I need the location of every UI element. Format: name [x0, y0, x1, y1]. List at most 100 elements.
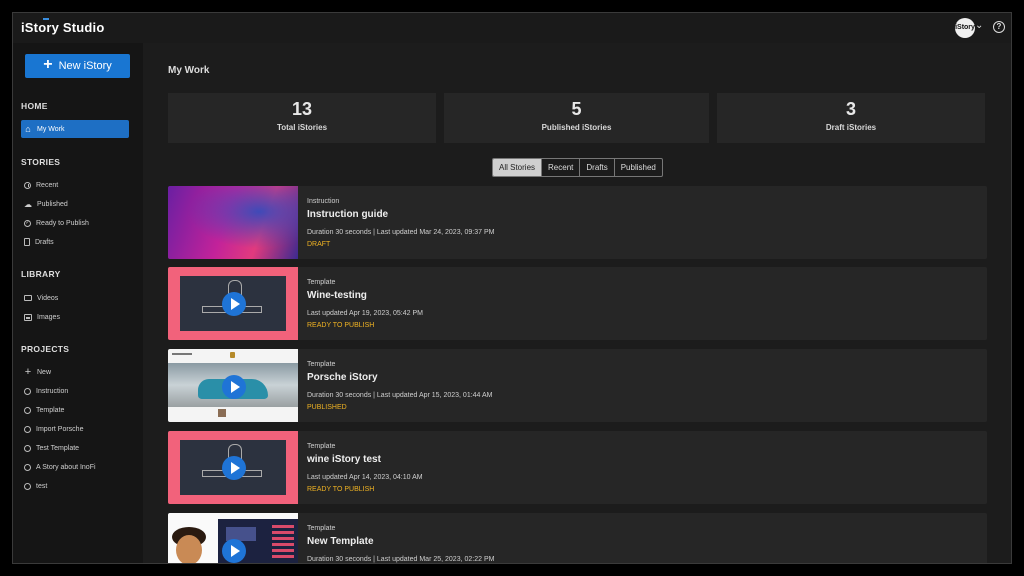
sidebar-item-label: Recent — [36, 181, 59, 189]
sidebar-item-label: test — [36, 482, 48, 490]
porsche-crest-icon — [230, 352, 235, 358]
story-card[interactable]: Template Porsche iStory Duration 30 seco… — [168, 349, 987, 422]
section-title-stories: STORIES — [21, 157, 61, 167]
help-icon[interactable]: ? — [993, 21, 1005, 33]
stat-label: Total iStories — [276, 123, 328, 132]
cloud-icon — [24, 200, 32, 208]
play-icon[interactable] — [222, 539, 246, 563]
document-icon — [24, 238, 30, 246]
sidebar-item-project[interactable]: Test Template — [21, 439, 129, 457]
top-bar: iStory Studio iStory ⌄ ? — [13, 13, 1011, 43]
sidebar: + New iStory HOME My Work STORIES Recent… — [13, 43, 143, 563]
sidebar-item-label: Images — [37, 313, 60, 321]
home-icon — [24, 125, 32, 133]
story-meta: Last updated Apr 19, 2023, 05:42 PM — [307, 310, 423, 317]
image-icon — [24, 313, 32, 321]
sidebar-item-new-project[interactable]: New — [21, 363, 129, 381]
stat-value: 3 — [845, 99, 856, 119]
sidebar-item-project[interactable]: Template — [21, 401, 129, 419]
sidebar-item-project[interactable]: test — [21, 477, 129, 495]
story-type: Template — [307, 279, 336, 286]
story-card[interactable]: Instruction Instruction guide Duration 3… — [168, 186, 987, 259]
story-title[interactable]: wine iStory test — [307, 454, 381, 465]
story-meta: Duration 30 seconds | Last updated Mar 2… — [307, 556, 495, 563]
story-card[interactable]: Template wine iStory test Last updated A… — [168, 431, 987, 504]
app-logo[interactable]: iStory Studio — [21, 20, 105, 35]
page-title: My Work — [168, 65, 210, 76]
new-istory-button[interactable]: + New iStory — [25, 54, 130, 78]
story-meta: Last updated Apr 14, 2023, 04:10 AM — [307, 474, 423, 481]
sidebar-item-project[interactable]: Instruction — [21, 382, 129, 400]
sidebar-item-label: My Work — [37, 125, 65, 133]
story-title[interactable]: New Template — [307, 536, 374, 547]
stat-label: Published iStories — [541, 123, 612, 132]
story-thumbnail[interactable] — [168, 186, 298, 259]
story-filter-tabs: All Stories Recent Drafts Published — [492, 158, 663, 177]
stat-value: 5 — [571, 99, 582, 119]
tab-all-stories[interactable]: All Stories — [493, 159, 543, 176]
section-title-projects: PROJECTS — [21, 344, 70, 354]
story-title[interactable]: Instruction guide — [307, 209, 388, 220]
status-badge: PUBLISHED — [307, 404, 347, 411]
status-badge: READY TO PUBLISH — [307, 322, 375, 329]
tab-recent[interactable]: Recent — [542, 159, 581, 176]
circle-icon — [24, 425, 31, 433]
user-avatar[interactable]: iStory — [955, 18, 975, 38]
sidebar-item-label: A Story about InoFi — [36, 463, 96, 471]
circle-icon — [24, 406, 31, 414]
sidebar-item-published[interactable]: Published — [21, 195, 129, 213]
story-card[interactable]: Template Wine-testing Last updated Apr 1… — [168, 267, 987, 340]
sidebar-item-videos[interactable]: Videos — [21, 289, 129, 307]
story-title[interactable]: Wine-testing — [307, 290, 367, 301]
sidebar-item-recent[interactable]: Recent — [21, 176, 129, 194]
story-card[interactable]: Template New Template Duration 30 second… — [168, 513, 987, 563]
sidebar-item-drafts[interactable]: Drafts — [21, 233, 129, 251]
stat-value: 13 — [291, 99, 313, 119]
clock-icon — [24, 181, 31, 189]
story-meta: Duration 30 seconds | Last updated Mar 2… — [307, 229, 495, 236]
story-thumbnail[interactable] — [168, 267, 298, 340]
plus-icon: + — [43, 56, 53, 73]
stat-card-drafts: 3 Draft iStories — [717, 93, 985, 143]
circle-icon — [24, 387, 31, 395]
chevron-down-icon[interactable]: ⌄ — [975, 20, 983, 31]
sidebar-item-label: Import Porsche — [36, 425, 84, 433]
avatar — [218, 409, 226, 417]
story-type: Template — [307, 525, 336, 532]
story-thumbnail[interactable] — [168, 349, 298, 422]
sidebar-item-label: New — [37, 368, 52, 376]
story-type: Template — [307, 443, 336, 450]
check-circle-icon — [24, 219, 31, 227]
thumbnail-grid — [272, 525, 294, 561]
circle-icon — [24, 444, 31, 452]
tab-published[interactable]: Published — [615, 159, 662, 176]
person-face — [176, 535, 202, 563]
story-thumbnail[interactable] — [168, 431, 298, 504]
story-thumbnail[interactable] — [168, 513, 298, 563]
play-icon[interactable] — [222, 292, 246, 316]
stat-card-total: 13 Total iStories — [168, 93, 436, 143]
play-icon[interactable] — [222, 456, 246, 480]
sidebar-item-label: Published — [37, 200, 68, 208]
app-window: iStory Studio iStory ⌄ ? + New iStory HO… — [12, 12, 1012, 564]
status-badge: DRAFT — [307, 241, 331, 248]
sidebar-item-label: Videos — [37, 294, 59, 302]
status-badge: READY TO PUBLISH — [307, 486, 375, 493]
sidebar-item-my-work[interactable]: My Work — [21, 120, 129, 138]
story-title[interactable]: Porsche iStory — [307, 372, 378, 383]
tab-drafts[interactable]: Drafts — [580, 159, 615, 176]
sidebar-item-label: Template — [36, 406, 65, 414]
plus-icon — [24, 368, 32, 376]
play-icon[interactable] — [222, 375, 246, 399]
sidebar-item-project[interactable]: A Story about InoFi — [21, 458, 129, 476]
circle-icon — [24, 482, 31, 490]
stat-label: Draft iStories — [825, 123, 877, 132]
sidebar-item-project[interactable]: Import Porsche — [21, 420, 129, 438]
section-title-home: HOME — [21, 101, 48, 111]
section-title-library: LIBRARY — [21, 269, 61, 279]
sidebar-item-ready-to-publish[interactable]: Ready to Publish — [21, 214, 129, 232]
new-istory-label: New iStory — [58, 60, 112, 72]
sidebar-item-images[interactable]: Images — [21, 308, 129, 326]
thumbnail-header — [172, 353, 192, 355]
sidebar-item-label: Ready to Publish — [36, 219, 89, 227]
